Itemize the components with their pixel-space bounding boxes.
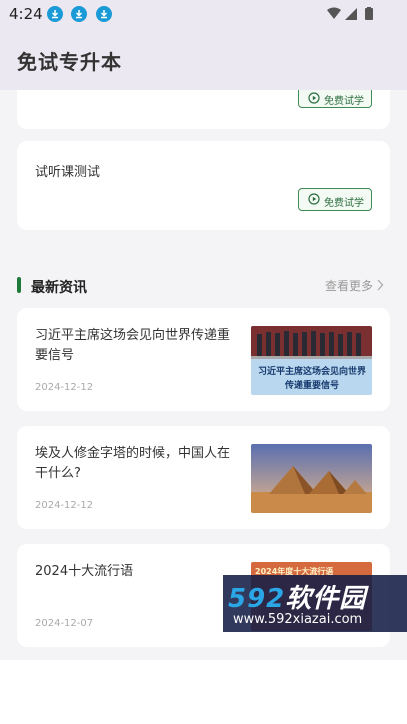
free-trial-label: 免费试学 [324,198,364,209]
play-circle-icon [308,193,320,205]
news-thumbnail: 习近平主席这场会见向世界传递重要信号 [251,326,372,395]
download-icon [96,6,112,22]
thumbnail-caption: 习近平主席这场会见向世界传递重要信号 [258,367,367,391]
news-title: 2024十大流行语 [35,564,134,579]
watermark-brand-cn: 软件园 [285,584,367,614]
watermark-brand: 592软件园 [228,578,366,615]
system-status-icons [327,7,373,20]
free-trial-button[interactable]: 免费试学 [298,90,372,108]
status-bar: 4:24 [0,0,407,28]
free-trial-button[interactable]: 免费试学 [298,188,372,211]
news-date: 2024-12-12 [35,382,94,393]
watermark-number: 592 [228,584,286,614]
news-title: 埃及人修金字塔的时候，中国人在干什么? [35,446,231,481]
news-thumbnail [251,444,372,513]
play-circle-icon [308,92,320,104]
see-more-label: 查看更多 [325,279,374,293]
status-time: 4:24 [9,5,43,23]
watermark: 592软件园 www.592xiazai.com [223,575,407,632]
watermark-url: www.592xiazai.com [233,612,363,627]
news-card[interactable]: 习近平主席这场会见向世界传递重要信号 2024-12-12 习近平主席这场会见向… [17,308,390,411]
download-icon [47,6,63,22]
see-more-link[interactable]: 查看更多 [325,277,384,294]
app-header: 免试专升本 [0,28,407,90]
page-title: 免试专升本 [17,50,122,74]
download-icon [71,6,87,22]
news-date: 2024-12-07 [35,618,94,629]
news-date: 2024-12-12 [35,500,94,511]
bottom-area [0,660,407,724]
course-card[interactable]: 免费试学 [17,90,390,129]
section-accent-bar [17,277,21,293]
course-card[interactable]: 试听课测试 免费试学 [17,141,390,230]
chevron-right-icon [377,279,384,291]
course-name: 试听课测试 [35,165,101,180]
news-title: 习近平主席这场会见向世界传递重要信号 [35,328,231,363]
news-card[interactable]: 埃及人修金字塔的时候，中国人在干什么? 2024-12-12 [17,426,390,529]
free-trial-label: 免费试学 [324,96,364,107]
section-title: 最新资讯 [31,280,87,296]
